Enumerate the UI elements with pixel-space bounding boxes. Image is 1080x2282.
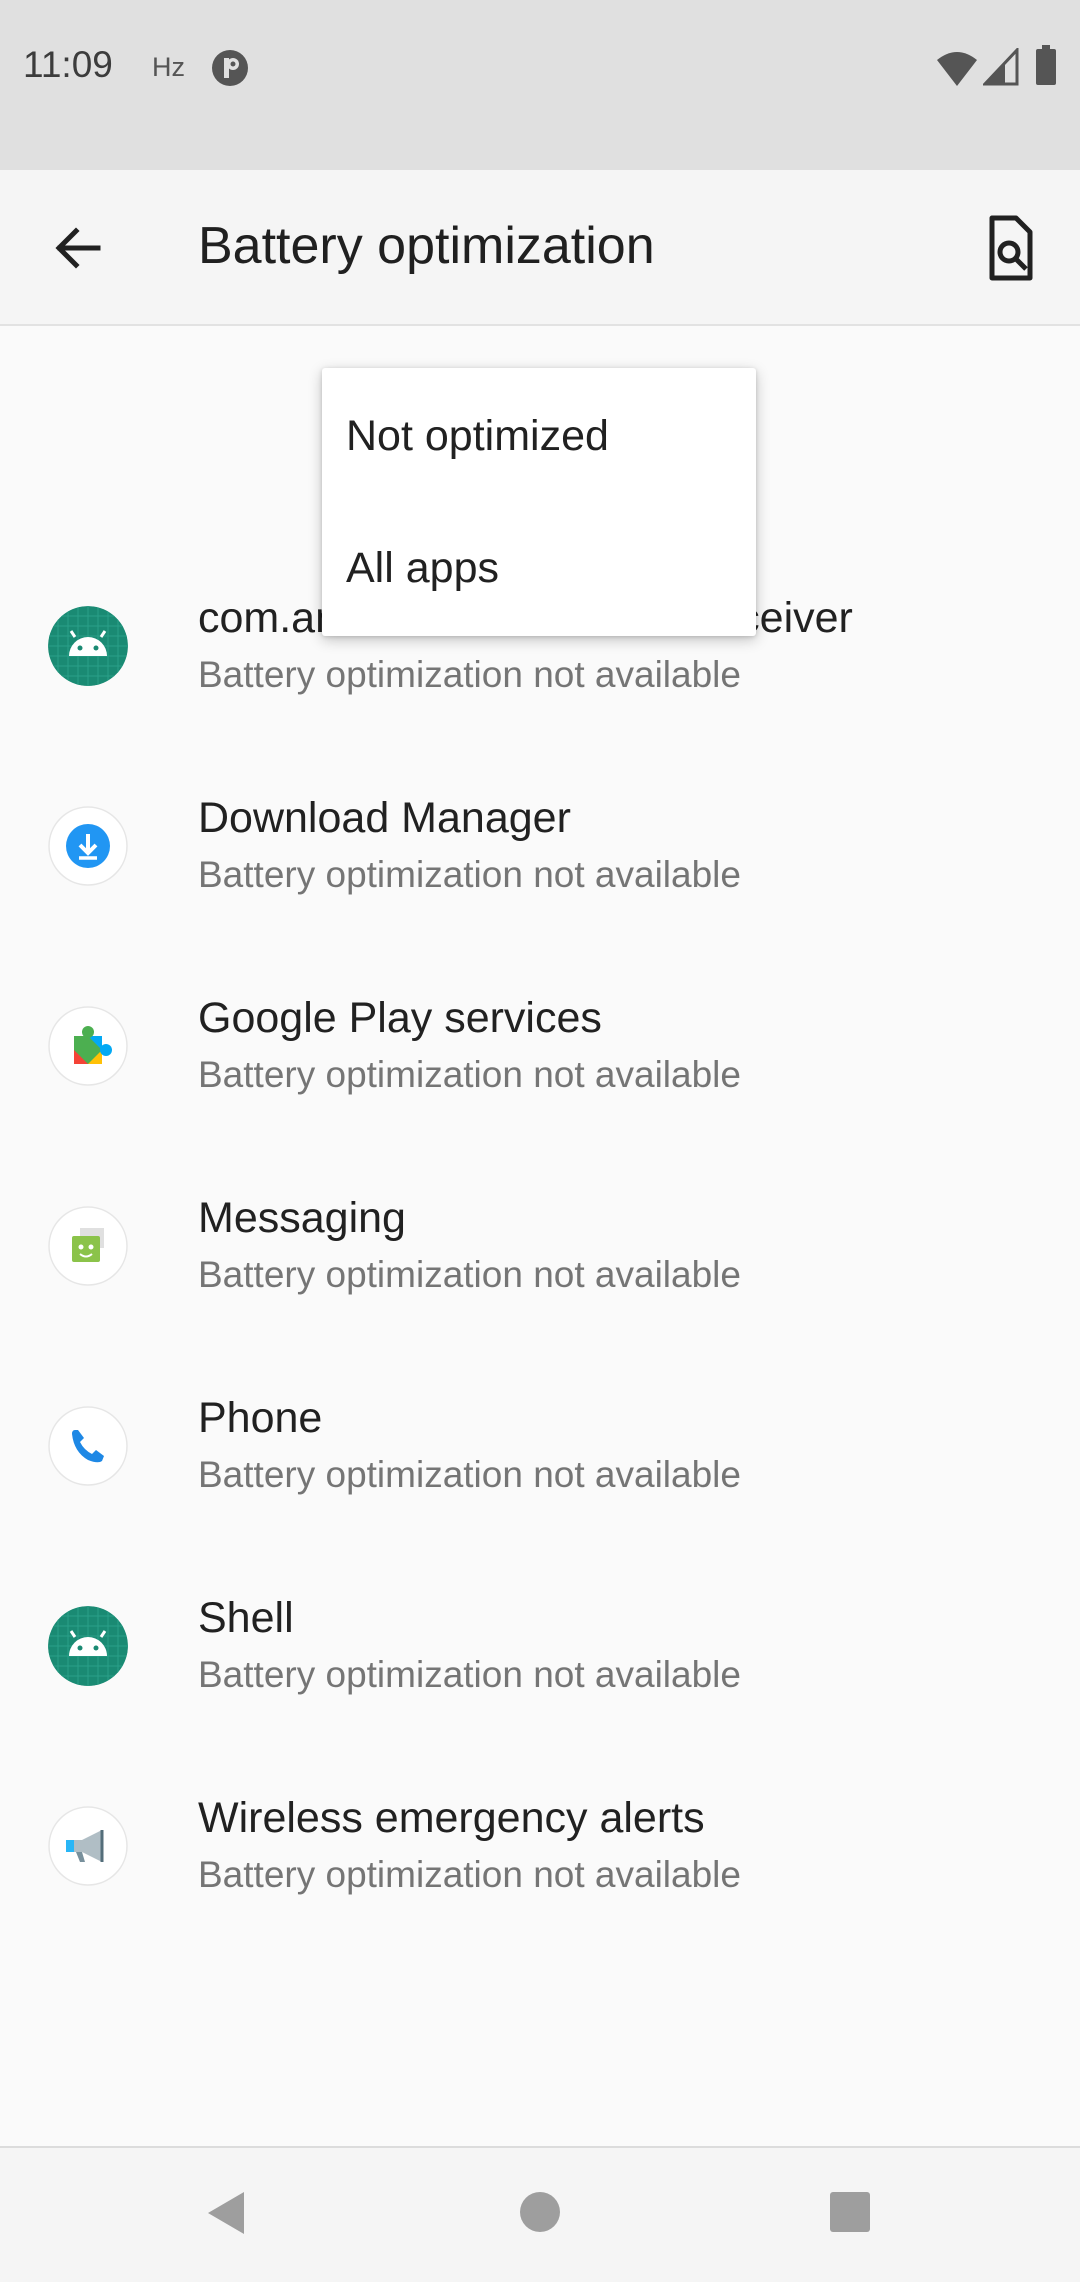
list-item[interactable]: Wireless emergency alerts Battery optimi… <box>0 1740 1080 1940</box>
app-name: Messaging <box>198 1194 406 1242</box>
android-icon <box>48 1606 128 1686</box>
menu-item-not-optimized[interactable]: Not optimized <box>322 368 756 500</box>
menu-item-label: All apps <box>346 544 499 592</box>
app-status: Battery optimization not available <box>198 1854 741 1895</box>
app-status: Battery optimization not available <box>198 1454 741 1495</box>
arrow-back-icon[interactable] <box>40 210 116 286</box>
app-status: Battery optimization not available <box>198 1654 741 1695</box>
menu-item-all-apps[interactable]: All apps <box>322 500 756 632</box>
battery-icon <box>1036 45 1056 85</box>
signal-icon <box>983 48 1019 86</box>
privacy-icon <box>212 50 248 86</box>
list-item[interactable]: Google Play services Battery optimizatio… <box>0 940 1080 1140</box>
app-status: Battery optimization not available <box>198 854 741 895</box>
menu-item-label: Not optimized <box>346 412 609 460</box>
status-time: 11:09 <box>23 44 113 85</box>
app-name: Phone <box>198 1394 323 1442</box>
app-name: Wireless emergency alerts <box>198 1794 705 1842</box>
app-name: Download Manager <box>198 794 571 842</box>
app-status: Battery optimization not available <box>198 1254 741 1295</box>
app-status: Battery optimization not available <box>198 654 741 695</box>
messaging-icon <box>48 1206 128 1286</box>
list-item[interactable]: Shell Battery optimization not available <box>0 1540 1080 1740</box>
list-item[interactable]: Phone Battery optimization not available <box>0 1340 1080 1540</box>
nav-home-icon[interactable] <box>520 2192 560 2232</box>
navigation-bar <box>0 2146 1080 2282</box>
app-name: Shell <box>198 1594 294 1642</box>
nav-recents-icon[interactable] <box>830 2192 870 2232</box>
app-list: com.android.cellbroadcastreceiver Batter… <box>0 540 1080 1940</box>
page-title: Battery optimization <box>198 217 655 275</box>
app-bar: Battery optimization <box>0 170 1080 326</box>
filter-dropdown-menu: Not optimized All apps <box>322 368 756 636</box>
list-item[interactable]: Messaging Battery optimization not avail… <box>0 1140 1080 1340</box>
play-services-icon <box>48 1006 128 1086</box>
list-item[interactable]: Download Manager Battery optimization no… <box>0 740 1080 940</box>
app-name: Google Play services <box>198 994 602 1042</box>
megaphone-icon <box>48 1806 128 1886</box>
status-bar: 11:09 Hz <box>0 0 1080 170</box>
app-status: Battery optimization not available <box>198 1054 741 1095</box>
download-icon <box>48 806 128 886</box>
search-in-page-icon[interactable] <box>972 210 1048 286</box>
status-hz: Hz <box>152 52 185 82</box>
phone-icon <box>48 1406 128 1486</box>
wifi-icon <box>937 52 977 86</box>
nav-back-icon[interactable] <box>204 2188 248 2238</box>
android-icon <box>48 606 128 686</box>
